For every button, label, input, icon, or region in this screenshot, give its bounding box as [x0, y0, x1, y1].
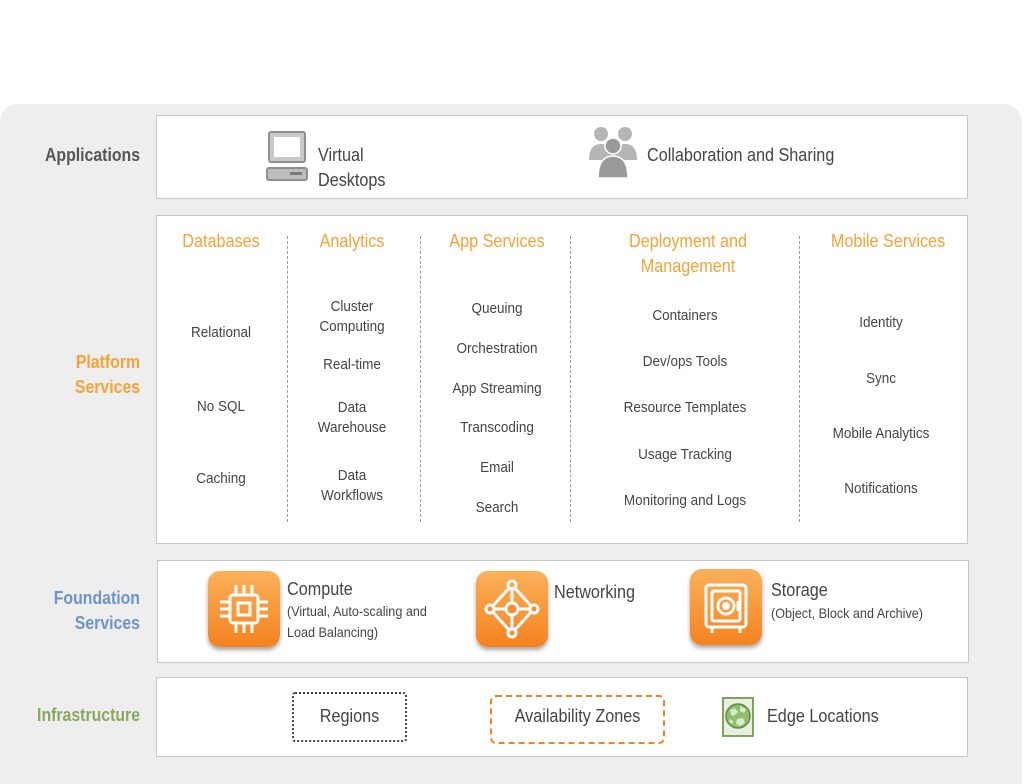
row-label-applications: Applications: [44, 145, 140, 165]
virtual-desktops-label: Virtual Desktops: [318, 143, 386, 193]
compute-tile: [208, 571, 280, 647]
storage-subtitle: (Object, Block and Archive): [771, 605, 923, 621]
edge-locations-label: Edge Locations: [767, 706, 879, 726]
deployment-item: Usage Tracking: [638, 446, 732, 463]
row-label-foundation-line1: Foundation: [53, 588, 140, 608]
column-divider: [420, 236, 421, 522]
chip-icon: [220, 585, 268, 633]
network-icon: [484, 579, 540, 639]
mobile-services-item: Mobile Analytics: [832, 425, 930, 442]
row-label-foundation: Foundation Services: [54, 586, 140, 636]
databases-item: No SQL: [196, 398, 246, 415]
analytics-header: Analytics: [319, 231, 385, 251]
app-services-item: Queuing: [471, 300, 523, 317]
compute-subtitle-line1: (Virtual, Auto-scaling and: [287, 603, 427, 619]
networking-tile: [476, 571, 548, 647]
mobile-services-header: Mobile Services: [830, 231, 946, 251]
deployment-item: Monitoring and Logs: [623, 492, 747, 509]
app-services-item: Transcoding: [460, 419, 534, 436]
networking-title: Networking: [554, 582, 636, 602]
mobile-services-item: Notifications: [844, 480, 918, 497]
globe-icon: [722, 697, 754, 737]
monitor-icon: [266, 131, 308, 181]
row-label-infrastructure: Infrastructure: [37, 705, 140, 725]
app-services-item: Orchestration: [456, 340, 538, 357]
analytics-item: Cluster Computing: [319, 298, 385, 335]
column-divider: [799, 236, 800, 522]
app-services-header: App Services: [449, 231, 545, 251]
analytics-item: Data Workflows: [320, 467, 384, 504]
column-divider: [287, 236, 288, 522]
mobile-services-item: Identity: [859, 314, 903, 331]
compute-title: Compute: [287, 579, 353, 599]
row-label-platform-line2: Services: [74, 377, 140, 397]
deployment-header: Deployment and Management: [629, 231, 747, 276]
app-services-item: App Streaming: [452, 380, 542, 397]
column-divider: [570, 236, 571, 522]
virtual-desktops-line2: Desktops: [318, 170, 386, 190]
deployment-item: Dev/ops Tools: [642, 353, 728, 370]
analytics-item: Real-time: [323, 356, 381, 373]
row-label-foundation-line2: Services: [74, 613, 140, 633]
storage-title: Storage: [771, 580, 828, 600]
databases-header: Databases: [182, 231, 260, 251]
people-group-icon: [589, 127, 637, 179]
app-services-item: Search: [475, 499, 519, 516]
vault-icon: [704, 583, 748, 633]
availability-zones-label: Availability Zones: [514, 706, 641, 726]
analytics-item: Data Warehouse: [317, 399, 387, 436]
regions-label: Regions: [319, 706, 380, 726]
mobile-services-item: Sync: [865, 370, 897, 387]
app-services-item: Email: [480, 459, 514, 476]
deployment-item: Containers: [652, 307, 718, 324]
row-label-platform-line1: Platform: [75, 352, 140, 372]
compute-subtitle: (Virtual, Auto-scaling and Load Balancin…: [287, 601, 427, 643]
databases-item: Relational: [190, 324, 252, 341]
databases-item: Caching: [196, 470, 246, 487]
storage-tile: [690, 569, 762, 645]
deployment-item: Resource Templates: [623, 399, 747, 416]
collaboration-label: Collaboration and Sharing: [647, 145, 835, 165]
virtual-desktops-line1: Virtual: [318, 145, 364, 165]
compute-subtitle-line2: Load Balancing): [287, 624, 379, 640]
row-label-platform: Platform Services: [75, 350, 140, 400]
